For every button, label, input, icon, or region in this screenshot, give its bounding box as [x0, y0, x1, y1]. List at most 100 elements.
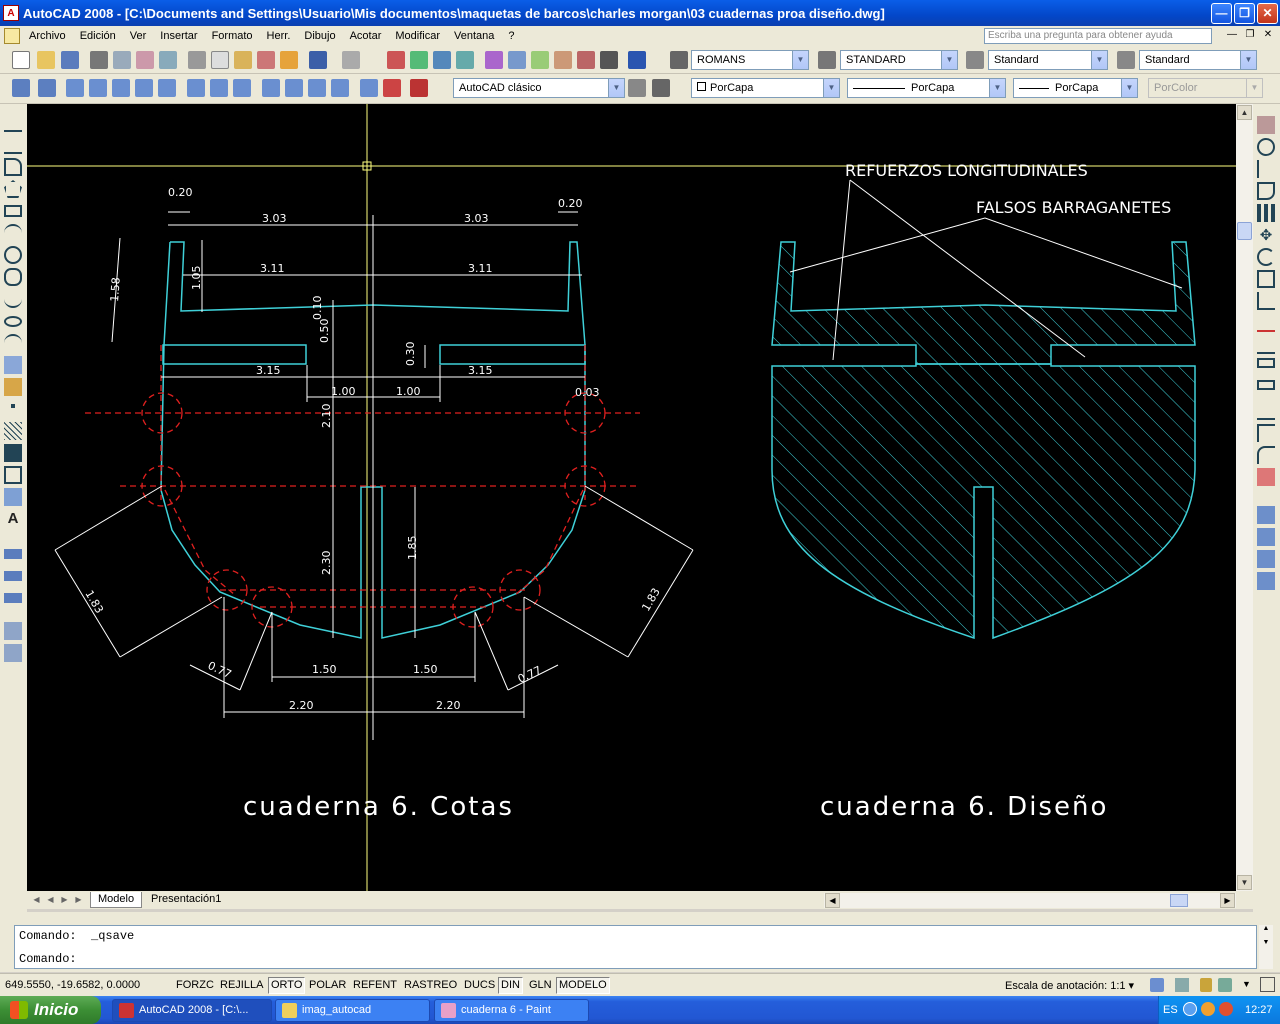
undo-icon[interactable] [309, 51, 327, 69]
status-menu-chevron-icon[interactable]: ▼ [1242, 979, 1251, 989]
clean-screen-icon[interactable] [1260, 977, 1275, 992]
color-select[interactable]: PorCapa ▼ [691, 78, 840, 98]
osnap-settings-icon[interactable] [410, 79, 428, 97]
spline-icon[interactable] [4, 290, 22, 308]
make-block-icon[interactable] [4, 378, 22, 396]
cut-icon[interactable] [188, 51, 206, 69]
task-imag-autocad[interactable]: imag_autocad [275, 999, 430, 1022]
snap-none-icon[interactable] [383, 79, 401, 97]
menu-ventana[interactable]: Ventana [447, 30, 501, 42]
snap-extension-icon[interactable] [158, 79, 176, 97]
doc-restore-button[interactable]: ❐ [1242, 28, 1258, 43]
plot-preview-icon[interactable] [113, 51, 131, 69]
table-icon[interactable] [4, 488, 22, 506]
minimize-button[interactable]: — [1211, 2, 1232, 24]
command-scrollbar[interactable]: ▲ ▼ [1259, 925, 1273, 969]
menu-insertar[interactable]: Insertar [153, 30, 204, 42]
hatch-icon[interactable] [4, 422, 22, 440]
horizontal-scrollbar[interactable]: ◀ ▶ [824, 893, 1236, 908]
autocad-app-icon[interactable]: A [3, 5, 19, 21]
snap-tracking-icon[interactable] [12, 79, 30, 97]
3d-dwf-icon[interactable] [159, 51, 177, 69]
move-icon[interactable]: ✥ [1257, 226, 1275, 244]
trim-icon[interactable] [1257, 314, 1275, 332]
copy-object-icon[interactable] [1257, 138, 1275, 156]
tray-network-icon[interactable] [1201, 1002, 1215, 1016]
snap-from-icon[interactable] [38, 79, 56, 97]
horizontal-scroll-thumb[interactable] [1170, 894, 1188, 907]
pan-icon[interactable] [387, 51, 405, 69]
rectangle-icon[interactable] [4, 205, 22, 217]
snap-parallel-icon[interactable] [285, 79, 303, 97]
command-line[interactable]: Comando: _qsave Comando: [14, 925, 1257, 969]
tab-last-icon[interactable]: ▶ [73, 894, 84, 905]
doc-minimize-button[interactable]: — [1224, 28, 1240, 43]
arc-icon[interactable] [4, 224, 22, 242]
publish-icon[interactable] [136, 51, 154, 69]
draw-order-above-icon[interactable] [1257, 550, 1275, 568]
insert-block-icon[interactable] [4, 356, 22, 374]
auto-scale-icon[interactable] [1175, 978, 1189, 992]
tab-next-icon[interactable]: ▶ [59, 894, 70, 905]
draw-order-back-icon[interactable] [1257, 528, 1275, 546]
workspace-settings-icon[interactable] [628, 79, 646, 97]
help-icon[interactable] [628, 51, 646, 69]
lineweight-select[interactable]: PorCapa ▼ [1013, 78, 1138, 98]
snap-apparent-intersection-icon[interactable] [135, 79, 153, 97]
tab-presentacion1[interactable]: Presentación1 [144, 892, 228, 908]
vertical-scroll-thumb[interactable] [1237, 222, 1252, 240]
stretch-icon[interactable] [1257, 292, 1275, 310]
copy-icon[interactable] [211, 51, 229, 69]
menu-ver[interactable]: Ver [123, 30, 154, 42]
multileader-icon[interactable] [4, 622, 22, 640]
draw-order-under-icon[interactable] [1257, 572, 1275, 590]
tab-first-icon[interactable]: ◀ [31, 894, 42, 905]
erase-icon[interactable] [1257, 116, 1275, 134]
lock-icon[interactable] [1200, 978, 1212, 992]
paste-icon[interactable] [234, 51, 252, 69]
snap-endpoint-icon[interactable] [66, 79, 84, 97]
close-button[interactable]: ✕ [1257, 2, 1278, 24]
snap-midpoint-icon[interactable] [89, 79, 107, 97]
revision-cloud-icon[interactable] [4, 268, 22, 286]
workspace-select[interactable]: AutoCAD clásico ▼ [453, 78, 625, 98]
menu-formato[interactable]: Formato [205, 30, 260, 42]
communication-center-icon[interactable] [1218, 978, 1232, 992]
explode-icon[interactable] [1257, 468, 1275, 486]
menu-help[interactable]: ? [501, 30, 521, 42]
tray-arrow-icon[interactable] [1183, 1002, 1197, 1016]
toggle-modelo[interactable]: MODELO [556, 977, 610, 994]
multileader-style-icon[interactable] [1117, 51, 1135, 69]
redo-icon[interactable] [342, 51, 360, 69]
toggle-polar[interactable]: POLAR [306, 977, 349, 994]
open-icon[interactable] [37, 51, 55, 69]
scroll-right-icon[interactable]: ▶ [1220, 893, 1235, 908]
toggle-din[interactable]: DIN [498, 977, 523, 994]
multileader-align-icon[interactable] [4, 644, 22, 662]
multiline-text-icon[interactable]: A [4, 510, 22, 528]
fillet-icon[interactable] [1257, 446, 1275, 464]
dimension-linear-icon[interactable] [4, 549, 22, 559]
start-button[interactable]: Inicio [0, 996, 101, 1024]
text-style-icon[interactable] [670, 51, 688, 69]
language-indicator[interactable]: ES [1163, 1004, 1178, 1016]
new-icon[interactable] [12, 51, 30, 69]
text-style-select[interactable]: ROMANS ▼ [691, 50, 809, 70]
scroll-up-icon[interactable]: ▲ [1237, 105, 1252, 120]
document-icon[interactable] [4, 28, 20, 44]
dim-style-select[interactable]: STANDARD ▼ [840, 50, 958, 70]
offset-icon[interactable] [1257, 182, 1275, 200]
tray-antivirus-icon[interactable] [1219, 1002, 1233, 1016]
region-icon[interactable] [4, 466, 22, 484]
array-icon[interactable] [1257, 204, 1275, 222]
zoom-realtime-icon[interactable] [410, 51, 428, 69]
circle-icon[interactable] [4, 246, 22, 264]
multileader-style-select[interactable]: Standard ▼ [1139, 50, 1257, 70]
ellipse-arc-icon[interactable] [4, 334, 22, 352]
table-style-icon[interactable] [966, 51, 984, 69]
table-style-select[interactable]: Standard ▼ [988, 50, 1108, 70]
model-space-canvas[interactable]: 0.20 0.20 3.03 3.03 3.11 3.11 1.58 1.05 … [27, 104, 1236, 891]
sheet-set-icon[interactable] [554, 51, 572, 69]
toggle-gln[interactable]: GLN [526, 977, 555, 994]
match-properties-icon[interactable] [257, 51, 275, 69]
